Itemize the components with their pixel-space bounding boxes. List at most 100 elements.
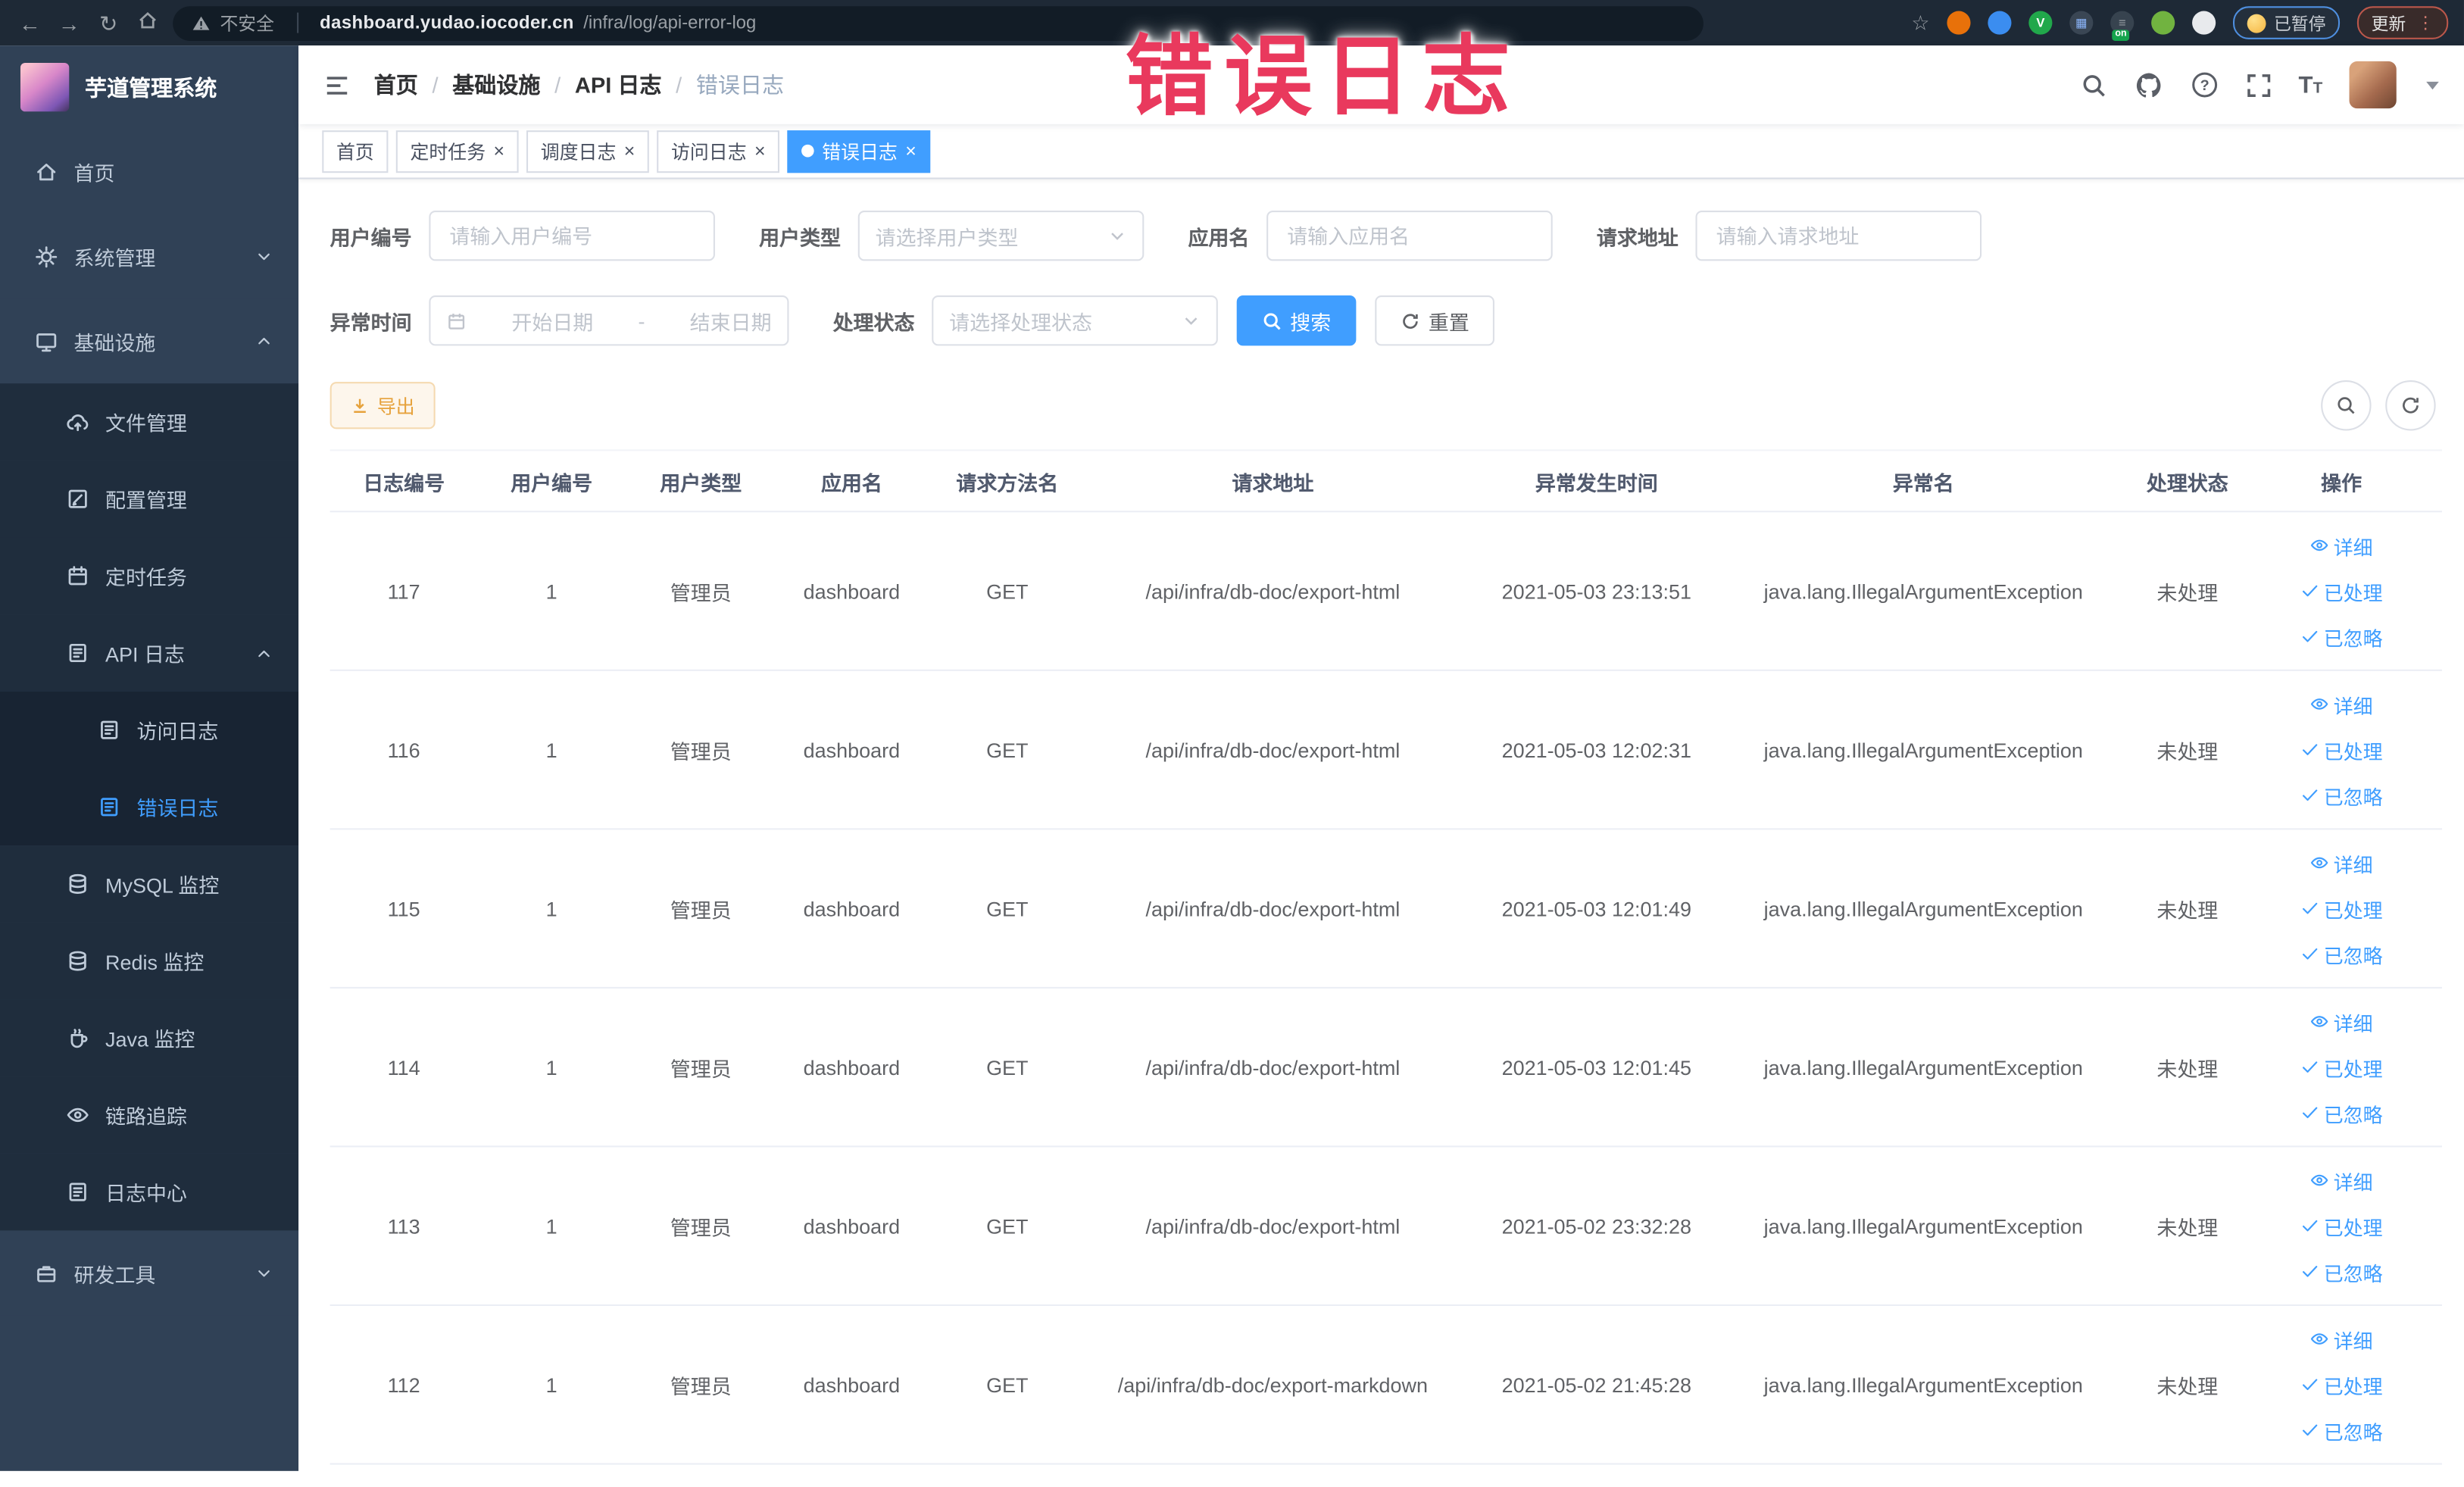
- sidebar-item-label: 定时任务: [105, 565, 187, 589]
- row-action-已处理[interactable]: 已处理: [2300, 893, 2383, 923]
- address-bar[interactable]: 不安全 dashboard.yudao.iocoder.cn/infra/log…: [173, 5, 1704, 40]
- hide-search-button[interactable]: [2321, 380, 2372, 431]
- row-action-已忽略[interactable]: 已忽略: [2300, 780, 2383, 810]
- extension-orange-icon[interactable]: [1947, 11, 1971, 35]
- sidebar-item-系统管理[interactable]: 系统管理: [0, 214, 299, 299]
- browser-back-icon[interactable]: ←: [16, 8, 44, 36]
- row-action-详细[interactable]: 详细: [2310, 1324, 2373, 1354]
- check-icon: [2300, 1057, 2319, 1076]
- log-icon: [66, 641, 89, 664]
- user-avatar[interactable]: [2349, 61, 2397, 109]
- sidebar-item-访问日志[interactable]: 访问日志: [0, 691, 299, 769]
- log-icon: [98, 718, 121, 742]
- address-divider: [296, 12, 298, 33]
- sidebar-item-文件管理[interactable]: 文件管理: [0, 383, 299, 461]
- extension-sprout-icon[interactable]: [2151, 11, 2175, 35]
- refresh-table-button[interactable]: [2385, 380, 2436, 431]
- row-action-已忽略[interactable]: 已忽略: [2300, 1257, 2383, 1286]
- sidebar-item-API 日志[interactable]: API 日志: [0, 614, 299, 692]
- row-action-详细[interactable]: 详细: [2310, 848, 2373, 877]
- table-row: 116 1 管理员 dashboard GET/api/infra/db-doc/exp…: [329, 671, 2442, 830]
- bookmark-star-icon[interactable]: ☆: [1911, 10, 1929, 35]
- sidebar-item-定时任务[interactable]: 定时任务: [0, 537, 299, 615]
- close-tab-icon[interactable]: ×: [624, 142, 636, 161]
- browser-forward-icon[interactable]: →: [55, 8, 83, 36]
- table-row: 112 1 管理员 dashboard GET/api/infra/db-doc/exp…: [329, 1306, 2442, 1465]
- sidebar-item-配置管理[interactable]: 配置管理: [0, 460, 299, 538]
- tab-错误日志[interactable]: 错误日志 ×: [787, 130, 931, 173]
- breadcrumb-item[interactable]: 基础设施: [452, 69, 540, 100]
- java-icon: [66, 1026, 89, 1050]
- sidebar-item-链路追踪[interactable]: 链路追踪: [0, 1076, 299, 1154]
- row-action-已处理[interactable]: 已处理: [2300, 1052, 2383, 1082]
- row-action-已处理[interactable]: 已处理: [2300, 735, 2383, 764]
- tab-调度日志[interactable]: 调度日志 ×: [526, 130, 649, 173]
- row-action-已处理[interactable]: 已处理: [2300, 1211, 2383, 1240]
- range-start-placeholder: 开始日期: [511, 310, 594, 334]
- extension-grid-icon[interactable]: ▦: [2069, 11, 2094, 35]
- row-action-详细[interactable]: 详细: [2310, 689, 2373, 719]
- github-icon[interactable]: [2134, 70, 2163, 99]
- sidebar-item-错误日志[interactable]: 错误日志: [0, 768, 299, 846]
- breadcrumb-item[interactable]: 首页: [374, 69, 418, 100]
- row-action-已忽略[interactable]: 已忽略: [2300, 939, 2383, 969]
- browser-reload-icon[interactable]: ↻: [94, 8, 122, 36]
- row-action-已处理[interactable]: 已处理: [2300, 1370, 2383, 1399]
- search-button[interactable]: 搜索: [1236, 295, 1357, 346]
- help-icon[interactable]: ?: [2190, 70, 2218, 98]
- tab-首页[interactable]: 首页: [322, 130, 389, 173]
- request-url-input[interactable]: [1695, 210, 1982, 261]
- row-action-已忽略[interactable]: 已忽略: [2300, 1415, 2383, 1445]
- sidebar-item-Redis 监控[interactable]: Redis 监控: [0, 922, 299, 1000]
- row-action-已忽略[interactable]: 已忽略: [2300, 1098, 2383, 1127]
- sidebar-item-Java 监控[interactable]: Java 监控: [0, 999, 299, 1077]
- browser-menu-dots-icon[interactable]: ⋮: [2417, 13, 2434, 33]
- avatar-caret-icon[interactable]: [2426, 80, 2439, 89]
- sidebar-item-日志中心[interactable]: 日志中心: [0, 1153, 299, 1231]
- cell-url: /api/infra/db-doc/export-html: [1145, 1055, 1401, 1079]
- user-type-select[interactable]: 请选择用户类型: [857, 210, 1145, 261]
- cell-app: dashboard: [803, 738, 901, 762]
- app-logo-row[interactable]: 芋道管理系统: [0, 45, 298, 129]
- tab-访问日志[interactable]: 访问日志 ×: [657, 130, 780, 173]
- tab-定时任务[interactable]: 定时任务 ×: [395, 130, 519, 173]
- action-label: 已处理: [2323, 582, 2383, 604]
- row-action-详细[interactable]: 详细: [2310, 1007, 2373, 1036]
- browser-home-icon[interactable]: [133, 8, 161, 36]
- export-button[interactable]: 导出: [329, 382, 436, 430]
- breadcrumb-item[interactable]: API 日志: [575, 69, 662, 100]
- cell-time: 2021-05-03 12:01:49: [1501, 896, 1692, 920]
- exception-time-range-picker[interactable]: 开始日期 - 结束日期: [429, 295, 789, 346]
- close-tab-icon[interactable]: ×: [905, 142, 917, 161]
- not-secure-label: 不安全: [220, 14, 275, 34]
- fullscreen-icon[interactable]: [2245, 71, 2272, 98]
- close-tab-icon[interactable]: ×: [754, 142, 766, 161]
- user-id-input[interactable]: [429, 210, 715, 261]
- close-tab-icon[interactable]: ×: [493, 142, 504, 161]
- search-icon[interactable]: [2080, 71, 2106, 98]
- hamburger-icon[interactable]: [323, 71, 350, 98]
- sidebar-item-研发工具[interactable]: 研发工具: [0, 1230, 299, 1316]
- tool-icon: [35, 1261, 58, 1285]
- breadcrumb-item: 错误日志: [695, 72, 785, 98]
- process-status-select[interactable]: 请选择处理状态: [932, 295, 1218, 346]
- sidebar-item-首页[interactable]: 首页: [0, 129, 299, 214]
- extension-on-switch-icon[interactable]: ≡ on: [2110, 11, 2135, 41]
- font-size-icon[interactable]: TT: [2299, 71, 2323, 98]
- cell-time: 2021-05-03 23:13:51: [1501, 579, 1692, 603]
- sidebar-item-基础设施[interactable]: 基础设施: [0, 298, 299, 384]
- extension-green-v-icon[interactable]: V: [2028, 11, 2053, 35]
- row-action-详细[interactable]: 详细: [2310, 530, 2373, 560]
- browser-update-button[interactable]: 更新 ⋮: [2356, 6, 2449, 39]
- column-header-请求方法名: 请求方法名: [956, 470, 1059, 495]
- profile-paused-badge[interactable]: 已暂停: [2233, 6, 2341, 39]
- extension-puppet-icon[interactable]: [2192, 11, 2216, 35]
- sidebar-item-MySQL 监控[interactable]: MySQL 监控: [0, 845, 299, 923]
- row-action-详细[interactable]: 详细: [2310, 1165, 2373, 1195]
- reset-button[interactable]: 重置: [1375, 295, 1495, 346]
- app-name-input[interactable]: [1266, 210, 1553, 261]
- extension-blue-shield-icon[interactable]: [1988, 11, 2012, 35]
- cell-user_type: 管理员: [670, 1215, 732, 1239]
- row-action-已处理[interactable]: 已处理: [2300, 576, 2383, 605]
- row-action-已忽略[interactable]: 已忽略: [2300, 622, 2383, 651]
